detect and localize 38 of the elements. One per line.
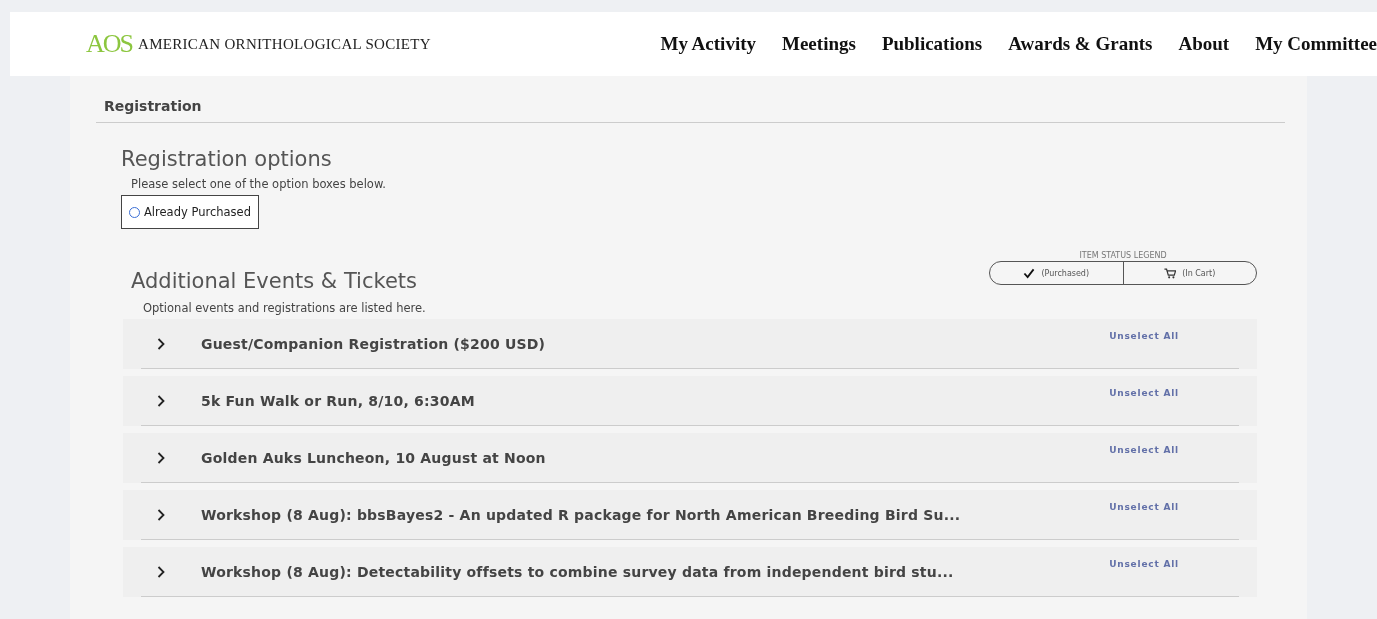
breadcrumb: Registration bbox=[96, 76, 1285, 123]
chevron-icon[interactable] bbox=[157, 394, 165, 407]
event-title: Workshop (8 Aug): Detectability offsets to combine survey data from independent bird stu... bbox=[201, 563, 955, 580]
hint-text: Please select one of the option boxes below. bbox=[131, 177, 387, 191]
legend-title: ITEM STATUS LEGEND bbox=[1079, 251, 1167, 260]
chevron-icon[interactable] bbox=[157, 451, 165, 464]
event-title: Golden Auks Luncheon, 10 August at Noon bbox=[201, 449, 547, 466]
nav-link[interactable]: My Activity bbox=[660, 33, 756, 55]
legend-label: (In Cart) bbox=[1182, 268, 1216, 278]
cart-icon bbox=[1164, 267, 1177, 279]
event-row[interactable]: Golden Auks Luncheon, 10 August at Noon Unselect All bbox=[123, 433, 1257, 483]
nav-link[interactable]: Meetings bbox=[782, 33, 856, 55]
option-box[interactable]: Already Purchased bbox=[121, 195, 259, 229]
unselect-all-link[interactable]: Unselect All bbox=[1109, 445, 1179, 455]
section-title: Registration options bbox=[121, 147, 333, 171]
unselect-all-link[interactable]: Unselect All bbox=[1109, 559, 1179, 569]
org-name: AMERICAN ORNITHOLOGICAL SOCIETY bbox=[138, 35, 431, 53]
unselect-all-link[interactable]: Unselect All bbox=[1109, 388, 1179, 398]
legend-label: (Purchased) bbox=[1041, 268, 1090, 278]
section-title: Additional Events & Tickets bbox=[131, 269, 417, 293]
nav-link[interactable]: Publications bbox=[881, 33, 983, 55]
event-row[interactable]: 5k Fun Walk or Run, 8/10, 6:30AM Unselect All bbox=[123, 376, 1257, 426]
chevron-icon[interactable] bbox=[157, 508, 165, 521]
unselect-all-link[interactable]: Unselect All bbox=[1109, 502, 1179, 512]
chevron-icon[interactable] bbox=[157, 337, 165, 350]
nav-link[interactable]: About bbox=[1178, 33, 1230, 55]
event-title: Workshop (8 Aug): bbsBayes2 - An updated R package for North American Breeding Bird Su... bbox=[201, 506, 962, 523]
check-icon bbox=[1023, 267, 1036, 279]
nav-link[interactable]: Awards & Grants bbox=[1008, 33, 1153, 55]
hint-text: Optional events and registrations are listed here. bbox=[143, 301, 427, 315]
event-row[interactable]: Workshop (8 Aug): Detectability offsets to combine survey data from independent bird stu... Unselect All bbox=[123, 547, 1257, 597]
chevron-icon[interactable] bbox=[157, 565, 165, 578]
unselect-all-link[interactable]: Unselect All bbox=[1109, 331, 1179, 341]
event-title: Guest/Companion Registration ($200 USD) bbox=[201, 335, 547, 352]
nav-link[interactable]: My Committee bbox=[1255, 33, 1377, 55]
event-title: 5k Fun Walk or Run, 8/10, 6:30AM bbox=[201, 392, 476, 409]
event-row[interactable]: Workshop (8 Aug): bbsBayes2 - An updated R package for North American Breeding Bird Su... Unselect All bbox=[123, 490, 1257, 540]
event-row[interactable]: Guest/Companion Registration ($200 USD) Unselect All bbox=[123, 319, 1257, 369]
